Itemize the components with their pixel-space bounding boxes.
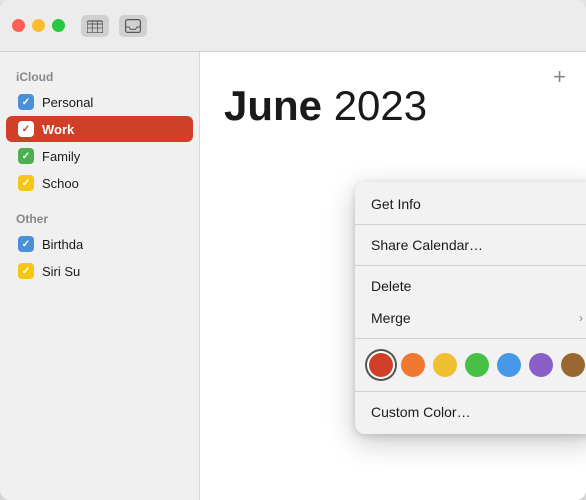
add-event-button[interactable]: + — [553, 66, 566, 88]
color-option-orange[interactable] — [401, 353, 425, 377]
calendar-grid-icon[interactable] — [81, 15, 109, 37]
icloud-section-label: iCloud — [0, 64, 199, 88]
menu-separator-3 — [355, 338, 586, 339]
siri-checkbox: ✓ — [18, 263, 34, 279]
sidebar-item-label: Personal — [42, 95, 93, 110]
color-palette — [355, 343, 586, 387]
other-section-label: Other — [0, 206, 199, 230]
family-checkbox: ✓ — [18, 148, 34, 164]
context-menu: Get Info Share Calendar… Delete Merge › — [355, 182, 586, 434]
sidebar-item-label: Birthda — [42, 237, 83, 252]
color-option-red[interactable] — [369, 353, 393, 377]
app-window: iCloud ✓ Personal ✓ Work ✓ Family — [0, 0, 586, 500]
merge-menu-item[interactable]: Merge › — [355, 302, 586, 334]
submenu-chevron-icon: › — [579, 311, 583, 325]
close-button[interactable] — [12, 19, 25, 32]
sidebar-item-work[interactable]: ✓ Work — [6, 116, 193, 142]
share-calendar-menu-item[interactable]: Share Calendar… — [355, 229, 586, 261]
sidebar: iCloud ✓ Personal ✓ Work ✓ Family — [0, 52, 200, 500]
color-option-purple[interactable] — [529, 353, 553, 377]
minimize-button[interactable] — [32, 19, 45, 32]
color-option-yellow[interactable] — [433, 353, 457, 377]
sidebar-item-personal[interactable]: ✓ Personal — [6, 89, 193, 115]
get-info-menu-item[interactable]: Get Info — [355, 188, 586, 220]
color-option-brown[interactable] — [561, 353, 585, 377]
sidebar-item-label: Siri Su — [42, 264, 80, 279]
month-title: June 2023 — [224, 82, 562, 130]
sidebar-item-label: Schoo — [42, 176, 79, 191]
personal-checkbox: ✓ — [18, 94, 34, 110]
delete-menu-item[interactable]: Delete — [355, 270, 586, 302]
sidebar-item-siri[interactable]: ✓ Siri Su — [6, 258, 193, 284]
sidebar-item-birthdays[interactable]: ✓ Birthda — [6, 231, 193, 257]
month-name: June — [224, 82, 322, 129]
custom-color-menu-item[interactable]: Custom Color… — [355, 396, 586, 428]
menu-separator-4 — [355, 391, 586, 392]
school-checkbox: ✓ — [18, 175, 34, 191]
work-checkbox: ✓ — [18, 121, 34, 137]
inbox-icon[interactable] — [119, 15, 147, 37]
main-area: + June 2023 Get Info Share Calendar… Del… — [200, 52, 586, 500]
color-option-blue[interactable] — [497, 353, 521, 377]
menu-separator-2 — [355, 265, 586, 266]
menu-separator-1 — [355, 224, 586, 225]
titlebar — [0, 0, 586, 52]
year-label: 2023 — [334, 82, 427, 129]
sidebar-item-label: Family — [42, 149, 80, 164]
sidebar-item-family[interactable]: ✓ Family — [6, 143, 193, 169]
sidebar-item-label: Work — [42, 122, 74, 137]
traffic-lights — [12, 19, 65, 32]
content-area: iCloud ✓ Personal ✓ Work ✓ Family — [0, 52, 586, 500]
color-option-green[interactable] — [465, 353, 489, 377]
sidebar-item-school[interactable]: ✓ Schoo — [6, 170, 193, 196]
titlebar-controls — [81, 15, 147, 37]
maximize-button[interactable] — [52, 19, 65, 32]
birthdays-checkbox: ✓ — [18, 236, 34, 252]
